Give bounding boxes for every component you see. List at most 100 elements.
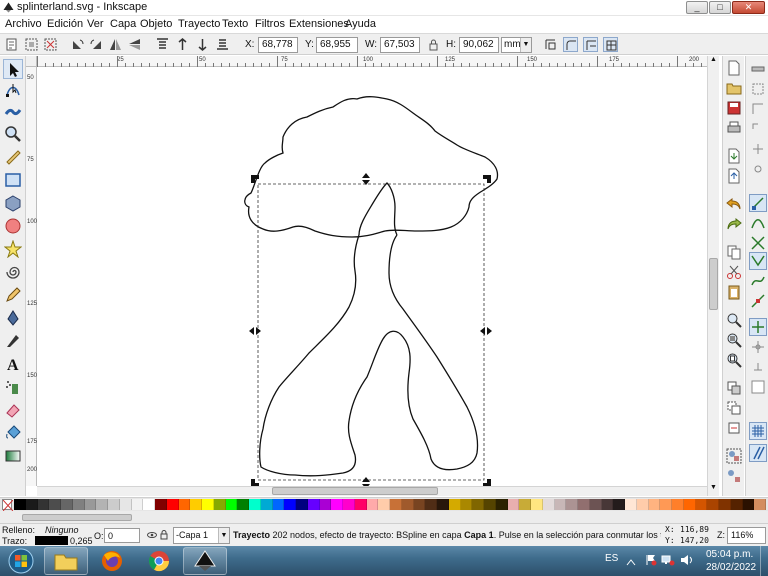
spiral-tool-icon[interactable] [3,262,23,282]
calligraphy-tool-icon[interactable] [3,331,23,351]
color-swatch[interactable] [695,499,708,510]
color-swatch[interactable] [155,499,167,510]
snap-rotation-center-icon[interactable] [749,338,767,356]
pencil-tool-icon[interactable] [3,285,23,305]
color-swatch[interactable] [484,499,496,510]
handle-right[interactable] [480,327,492,335]
units-select[interactable]: mm ▼ [501,37,532,53]
color-swatch[interactable] [707,499,719,510]
horizontal-scrollbar[interactable] [37,486,707,496]
star-tool-icon[interactable] [3,239,23,259]
redo-icon[interactable] [726,216,742,232]
menu-texto[interactable]: Texto [222,18,248,30]
vertical-scroll-thumb[interactable] [709,258,718,310]
selector-tool-icon[interactable] [3,59,23,79]
3d-box-tool-icon[interactable] [3,193,23,213]
lower-icon[interactable] [195,37,210,52]
unlink-clone-icon[interactable] [726,420,742,436]
color-swatch[interactable] [507,499,520,510]
color-swatch[interactable] [589,499,602,510]
menu-objeto[interactable]: Objeto [140,18,172,30]
color-swatch[interactable] [72,499,85,510]
language-indicator[interactable]: ES [605,553,618,564]
color-swatch[interactable] [25,499,38,510]
eye-icon[interactable] [147,530,157,540]
handle-bottom-left[interactable] [251,479,259,486]
zoom-drawing-icon[interactable] [726,332,742,348]
taskbar-inkscape[interactable] [183,547,227,575]
copy-icon[interactable] [726,244,742,260]
color-swatch[interactable] [448,499,461,510]
color-swatch[interactable] [272,499,285,510]
text-tool-icon[interactable]: A [3,354,23,374]
flip-horizontal-icon[interactable] [108,37,123,52]
color-swatch[interactable] [119,499,132,510]
color-swatch[interactable] [108,499,120,510]
stroke-width[interactable]: 0,265 [70,536,93,546]
menu-extensiones[interactable]: Extensiones [289,18,349,30]
color-swatch[interactable] [519,499,531,510]
taskbar-chrome[interactable] [137,547,181,575]
zoom-tool-icon[interactable] [3,124,23,144]
pen-tool-icon[interactable] [3,308,23,328]
color-swatch[interactable] [742,499,755,510]
open-icon[interactable] [726,80,742,96]
drawing-canvas[interactable] [37,67,707,486]
snap-bbox-corners-icon[interactable] [749,120,767,138]
color-swatch[interactable] [531,499,543,510]
color-swatch[interactable] [260,499,273,510]
palette-scrollbar[interactable] [0,511,768,523]
zoom-field[interactable]: 116% [727,527,766,544]
horizontal-ruler[interactable]: 25 50 75 100 125 150 175 200 [37,56,707,67]
color-swatch[interactable] [472,499,484,510]
color-swatch[interactable] [683,499,696,510]
rectangle-tool-icon[interactable] [3,170,23,190]
show-hidden-icons[interactable] [626,557,636,566]
deselect-icon[interactable] [43,37,58,52]
menu-ayuda[interactable]: Ayuda [345,18,376,30]
color-swatch[interactable] [213,499,226,510]
handle-top-right[interactable] [483,175,491,183]
color-swatch[interactable] [96,499,108,510]
tree-branch-path[interactable] [358,182,398,236]
color-swatch[interactable] [601,499,614,510]
color-swatch[interactable] [437,499,449,510]
color-swatch[interactable] [354,499,367,510]
menu-edicion[interactable]: Edición [47,18,83,30]
ungroup-icon[interactable] [726,468,742,484]
transform-gradients-icon[interactable] [583,37,598,52]
color-swatch[interactable] [202,499,214,510]
vertical-scrollbar[interactable]: ▲ ▼ [707,56,719,496]
menu-archivo[interactable]: Archivo [5,18,42,30]
color-swatch[interactable] [366,499,379,510]
drawing-svg[interactable] [37,67,707,486]
color-swatch[interactable] [166,499,179,510]
snap-cusp-nodes-icon[interactable] [749,252,767,270]
snap-nodes-icon[interactable] [749,194,767,212]
ellipse-tool-icon[interactable] [3,216,23,236]
raise-to-top-icon[interactable] [155,37,170,52]
handle-top-left[interactable] [251,175,259,183]
stroke-color-swatch[interactable] [35,536,68,545]
color-swatch[interactable] [460,499,473,510]
color-swatch[interactable] [648,499,661,510]
color-swatch[interactable] [566,499,578,510]
scale-stroke-icon[interactable] [543,37,558,52]
color-swatch[interactable] [719,499,731,510]
color-swatch[interactable] [378,499,390,510]
opacity-field[interactable]: 0 [104,528,140,543]
horizontal-scroll-thumb[interactable] [272,487,438,495]
eraser-tool-icon[interactable] [3,400,23,420]
close-button[interactable]: ✕ [732,1,765,14]
color-swatch[interactable] [284,499,296,510]
snap-text-baseline-icon[interactable] [749,358,767,376]
w-field[interactable]: 67,503 [380,37,420,53]
color-swatch[interactable] [296,499,308,510]
scroll-down-icon[interactable]: ▼ [709,484,718,493]
scale-handles[interactable] [249,173,492,486]
snap-bbox-midpoints-icon[interactable] [749,140,767,158]
snap-line-midpoints-icon[interactable] [749,292,767,310]
snap-paths-icon[interactable] [749,214,767,232]
import-icon[interactable] [726,148,742,164]
color-swatch[interactable] [331,499,343,510]
